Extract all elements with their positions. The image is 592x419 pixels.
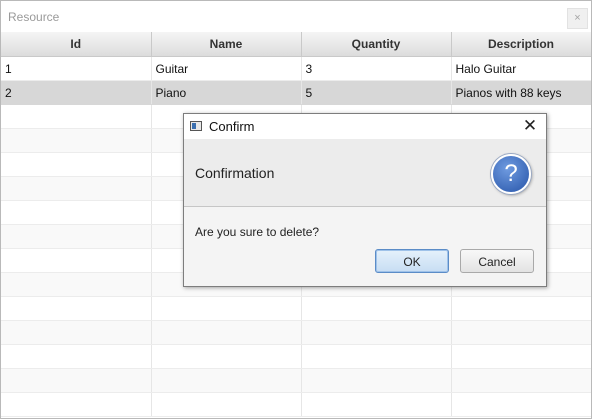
table-row[interactable]: 1 Guitar 3 Halo Guitar xyxy=(1,56,591,81)
column-header-id[interactable]: Id xyxy=(1,32,152,57)
table-header-row: Id Name Quantity Description xyxy=(1,32,591,57)
window-titlebar[interactable]: Resource × xyxy=(1,1,591,32)
dialog-close-icon[interactable]: ✕ xyxy=(522,117,538,134)
window-title: Resource xyxy=(8,10,60,24)
dialog-titlebar[interactable]: Confirm ✕ xyxy=(184,114,546,139)
cell-quantity[interactable]: 5 xyxy=(301,80,452,105)
empty-row xyxy=(1,320,591,345)
dialog-header: Confirmation ? xyxy=(184,139,546,207)
column-header-description[interactable]: Description xyxy=(451,32,591,57)
cell-description[interactable]: Halo Guitar xyxy=(451,56,591,81)
cell-id[interactable]: 1 xyxy=(1,56,152,81)
table-row-selected[interactable]: 2 Piano 5 Pianos with 88 keys xyxy=(1,80,591,105)
empty-row xyxy=(1,368,591,393)
dialog-title: Confirm xyxy=(209,119,255,134)
empty-row xyxy=(1,344,591,369)
dialog-message: Are you sure to delete? xyxy=(195,225,320,239)
dialog-header-text: Confirmation xyxy=(195,165,275,181)
cell-id[interactable]: 2 xyxy=(1,80,152,105)
cell-description[interactable]: Pianos with 88 keys xyxy=(451,80,591,105)
window-close-icon[interactable]: × xyxy=(567,8,588,29)
ok-button[interactable]: OK xyxy=(375,249,449,273)
column-header-quantity[interactable]: Quantity xyxy=(301,32,452,57)
question-icon: ? xyxy=(491,154,531,194)
empty-row xyxy=(1,296,591,321)
app-window-icon xyxy=(190,121,202,131)
empty-row xyxy=(1,392,591,417)
cancel-button[interactable]: Cancel xyxy=(460,249,534,273)
confirm-dialog: Confirm ✕ Confirmation ? Are you sure to… xyxy=(183,113,547,287)
column-header-name[interactable]: Name xyxy=(151,32,302,57)
cell-quantity[interactable]: 3 xyxy=(301,56,452,81)
cell-name[interactable]: Piano xyxy=(151,80,302,105)
cell-name[interactable]: Guitar xyxy=(151,56,302,81)
